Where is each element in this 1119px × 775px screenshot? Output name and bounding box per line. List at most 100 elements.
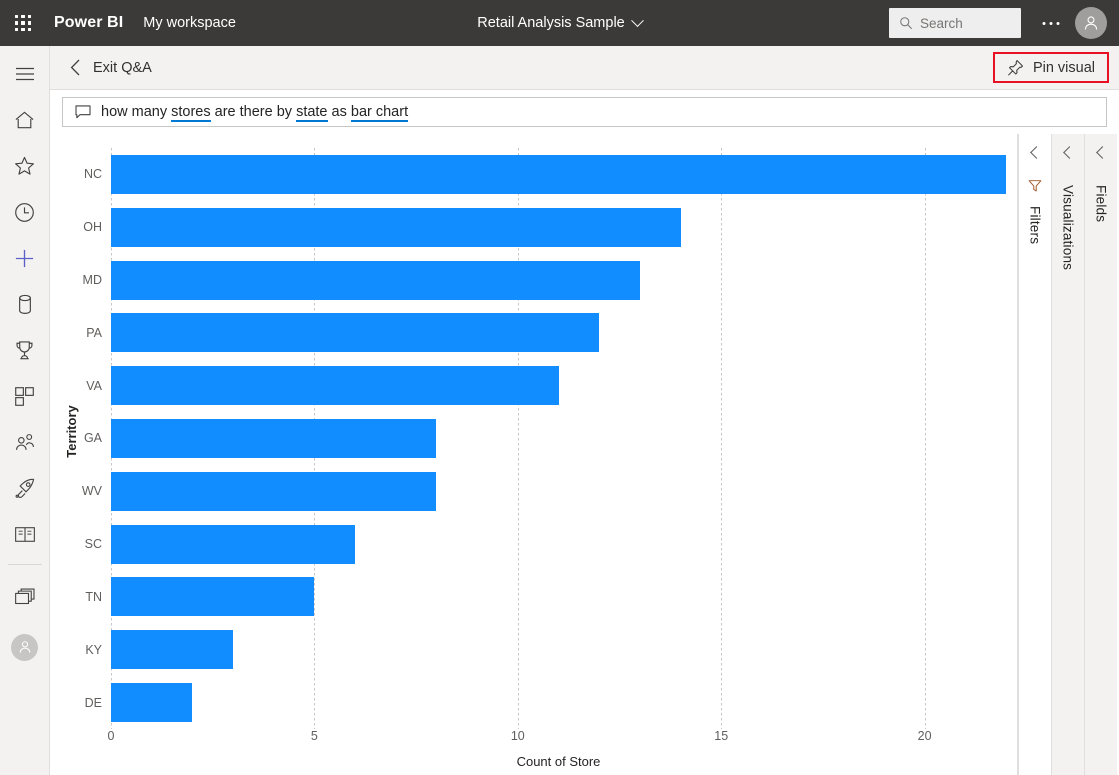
bar[interactable] — [111, 261, 640, 300]
database-cylinder-icon — [16, 294, 34, 315]
star-icon — [14, 156, 35, 176]
pin-visual-label: Pin visual — [1033, 60, 1095, 76]
plus-icon — [14, 248, 35, 269]
sidebar-item-datasets[interactable] — [0, 284, 50, 324]
apps-grid-icon — [14, 386, 35, 407]
sidebar-item-my-workspace[interactable] — [0, 627, 50, 667]
x-axis-tick-label: 5 — [311, 729, 318, 743]
person-avatar-icon — [17, 639, 33, 655]
sidebar-item-goals[interactable] — [0, 330, 50, 370]
sidebar-item-home[interactable] — [0, 100, 50, 140]
bar-row[interactable]: SC — [111, 525, 1006, 564]
sidebar-item-deployment[interactable] — [0, 468, 50, 508]
qa-token-1: stores — [171, 104, 211, 122]
bar-chart-visual[interactable]: Territory NCOHMDPAVAGAWVSCTNKYDE 0510152… — [50, 134, 1018, 775]
qa-plain-4: as — [328, 104, 351, 120]
category-label: KY — [85, 643, 102, 657]
category-label: DE — [85, 696, 102, 710]
right-panes-container: Filters Visualizations Fields — [1018, 134, 1119, 775]
clock-icon — [14, 202, 35, 223]
x-axis-title: Count of Store — [111, 754, 1006, 769]
trophy-icon — [14, 340, 35, 361]
header-right-actions: Search — [889, 0, 1119, 46]
bar[interactable] — [111, 419, 436, 458]
global-search-input[interactable]: Search — [920, 16, 963, 31]
bar[interactable] — [111, 472, 436, 511]
powerbi-brand-link[interactable]: Power BI — [54, 14, 123, 32]
chevron-down-icon — [631, 14, 644, 27]
book-icon — [14, 525, 36, 544]
pane-visualizations[interactable]: Visualizations — [1051, 134, 1084, 775]
sidebar-divider — [8, 564, 42, 565]
pane-fields-label: Fields — [1094, 185, 1109, 222]
pin-visual-button[interactable]: Pin visual — [993, 52, 1109, 83]
category-label: GA — [84, 431, 102, 445]
sidebar-item-workspaces[interactable] — [0, 577, 50, 617]
bar[interactable] — [111, 525, 355, 564]
qa-token-3: state — [296, 104, 327, 122]
bar[interactable] — [111, 208, 681, 247]
bar-row[interactable]: GA — [111, 419, 1006, 458]
global-search-box[interactable]: Search — [889, 8, 1021, 38]
bar[interactable] — [111, 155, 1006, 194]
workspaces-stack-icon — [14, 587, 36, 607]
bar[interactable] — [111, 313, 599, 352]
rocket-icon — [14, 477, 36, 499]
sidebar-item-learn[interactable] — [0, 514, 50, 554]
qa-plain-2: are there by — [211, 104, 296, 120]
bar-row[interactable]: OH — [111, 208, 1006, 247]
category-label: WV — [82, 484, 102, 498]
bar-row[interactable]: KY — [111, 630, 1006, 669]
power-bi-qa-page: Power BI My workspace Retail Analysis Sa… — [0, 0, 1119, 775]
bar-row[interactable]: WV — [111, 472, 1006, 511]
sidebar-item-favorites[interactable] — [0, 146, 50, 186]
report-title-dropdown[interactable]: Retail Analysis Sample — [477, 15, 642, 31]
hamburger-menu-icon — [15, 67, 35, 81]
workspace-breadcrumb[interactable]: My workspace — [143, 15, 236, 31]
sidebar-item-apps[interactable] — [0, 376, 50, 416]
avatar[interactable] — [1075, 7, 1107, 39]
bar[interactable] — [111, 366, 559, 405]
app-launcher-button[interactable] — [0, 0, 46, 46]
bar-row[interactable]: DE — [111, 683, 1006, 722]
bar[interactable] — [111, 683, 192, 722]
qa-question-input[interactable]: how many stores are there by state as ba… — [62, 97, 1107, 127]
chevron-left-icon[interactable] — [1063, 146, 1076, 159]
bar-row[interactable]: TN — [111, 577, 1006, 616]
category-label: VA — [86, 379, 102, 393]
category-label: PA — [86, 326, 102, 340]
more-options-button[interactable] — [1031, 0, 1071, 46]
pane-filters[interactable]: Filters — [1018, 134, 1051, 775]
qa-question-text: how many stores are there by state as ba… — [101, 104, 408, 120]
sidebar-item-nav-menu[interactable] — [0, 54, 50, 94]
bar[interactable] — [111, 577, 314, 616]
sidebar-item-create[interactable] — [0, 238, 50, 278]
comment-bubble-icon — [75, 105, 91, 119]
bar[interactable] — [111, 630, 233, 669]
bar-series: NC OH MD PA VA GA WV SC TN KY DE — [111, 148, 1006, 729]
x-axis-tick-label: 10 — [511, 729, 525, 743]
qa-plain-0: how many — [101, 104, 171, 120]
qa-token-5: bar chart — [351, 104, 408, 122]
sidebar-item-recent[interactable] — [0, 192, 50, 232]
pane-fields[interactable]: Fields — [1084, 134, 1117, 775]
category-label: TN — [85, 590, 102, 604]
exit-qa-button[interactable]: Exit Q&A — [70, 59, 152, 76]
bar-row[interactable]: VA — [111, 366, 1006, 405]
sidebar-item-shared-with-me[interactable] — [0, 422, 50, 462]
bar-row[interactable]: MD — [111, 261, 1006, 300]
app-launcher-icon — [15, 15, 32, 32]
person-avatar-icon — [1082, 14, 1100, 32]
category-label: MD — [83, 273, 102, 287]
x-axis-tick-label: 0 — [108, 729, 115, 743]
report-title-label: Retail Analysis Sample — [477, 15, 625, 31]
bar-row[interactable]: PA — [111, 313, 1006, 352]
avatar — [11, 634, 38, 661]
chevron-left-icon[interactable] — [1096, 146, 1109, 159]
funnel-filter-icon — [1028, 179, 1042, 198]
exit-qa-label: Exit Q&A — [93, 60, 152, 76]
y-axis-title-label: Territory — [64, 405, 79, 458]
bar-row[interactable]: NC — [111, 155, 1006, 194]
top-header-bar: Power BI My workspace Retail Analysis Sa… — [0, 0, 1119, 46]
chevron-left-icon[interactable] — [1030, 146, 1043, 159]
